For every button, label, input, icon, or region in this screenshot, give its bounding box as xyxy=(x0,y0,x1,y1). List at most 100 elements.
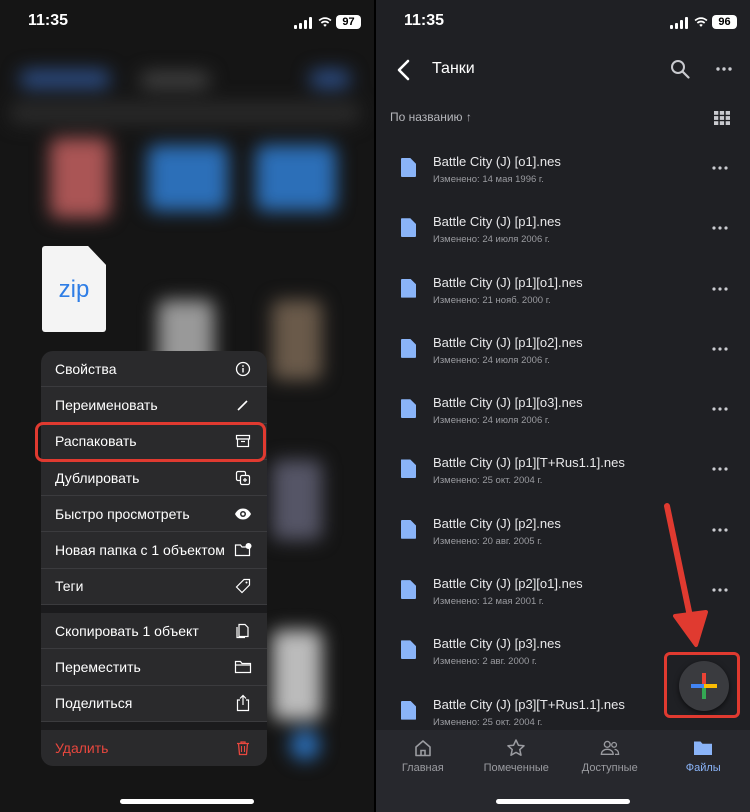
menu-item-tags[interactable]: Теги xyxy=(41,569,267,606)
file-name: Battle City (J) [p2].nes xyxy=(433,515,561,531)
menu-label: Скопировать 1 объект xyxy=(55,622,199,639)
more-options-icon[interactable] xyxy=(712,347,728,351)
file-name: Battle City (J) [p2][o1].nes xyxy=(433,576,583,592)
arrow-up-icon: ↑ xyxy=(465,110,472,124)
file-row[interactable]: Battle City (J) [p2].nes Изменено: 20 авг… xyxy=(376,502,750,562)
folder-icon xyxy=(694,741,713,755)
document-icon xyxy=(401,640,416,660)
tab-label: Доступные xyxy=(581,762,638,774)
menu-item-quick-look[interactable]: Быстро просмотреть xyxy=(41,496,267,533)
tab-home[interactable]: Главная xyxy=(376,730,470,812)
file-date: Изменено: 12 мая 2001 г. xyxy=(433,596,544,608)
trash-icon xyxy=(234,739,252,757)
tab-label: Главная xyxy=(401,762,444,774)
more-options-icon[interactable] xyxy=(712,286,728,291)
file-row[interactable]: Battle City (J) [p1].nes Изменено: 24 июл… xyxy=(376,200,750,260)
menu-item-new-folder[interactable]: Новая папка с 1 объектом xyxy=(41,532,267,569)
zip-file-icon[interactable]: zip xyxy=(42,246,106,332)
back-chevron-icon[interactable] xyxy=(394,58,414,82)
sort-control[interactable]: По названию ↑ xyxy=(390,110,472,124)
battery-indicator: 96 xyxy=(712,15,737,29)
file-row[interactable]: Battle City (J) [p1][o2].nes Изменено: 24… xyxy=(376,321,750,381)
sort-label: По названию xyxy=(390,110,463,124)
file-date: Изменено: 21 нояб. 2000 г. xyxy=(433,294,551,306)
document-icon xyxy=(401,218,416,238)
document-icon xyxy=(401,580,416,600)
document-icon xyxy=(401,338,416,358)
menu-label: Дублировать xyxy=(55,469,140,486)
copy-icon xyxy=(234,622,252,640)
status-time: 11:35 xyxy=(28,12,69,29)
file-date: Изменено: 14 мая 1996 г. xyxy=(433,174,544,185)
menu-label: Удалить xyxy=(55,740,109,757)
tab-label: Помеченные xyxy=(483,762,549,774)
tab-files[interactable]: Файлы xyxy=(657,730,750,812)
status-bar: 11:35 96 xyxy=(376,12,750,34)
file-name: Battle City (J) [p1][T+Rus1.1].nes xyxy=(433,455,625,471)
more-options-icon[interactable] xyxy=(716,67,732,71)
home-icon xyxy=(414,740,431,757)
signal-icon xyxy=(670,17,688,29)
document-icon xyxy=(401,278,416,298)
menu-label: Поделиться xyxy=(55,695,133,712)
menu-label: Переместить xyxy=(55,659,141,676)
more-options-icon[interactable] xyxy=(712,407,728,411)
file-date: Изменено: 20 авг. 2005 г. xyxy=(433,535,543,547)
file-row[interactable]: Battle City (J) [p1][T+Rus1.1].nes Измене… xyxy=(376,441,750,501)
home-indicator xyxy=(496,799,630,804)
status-time: 11:35 xyxy=(404,12,445,29)
file-row[interactable]: Battle City (J) [o1].nes Изменено: 14 мая… xyxy=(376,140,750,200)
document-icon xyxy=(401,700,416,720)
tab-label: Файлы xyxy=(685,762,721,774)
menu-separator xyxy=(41,721,267,730)
share-icon xyxy=(234,694,252,712)
file-name: Battle City (J) [p3].nes xyxy=(433,636,561,652)
file-name: Battle City (J) [p1][o1].nes xyxy=(433,274,583,290)
menu-item-copy[interactable]: Скопировать 1 объект xyxy=(41,613,267,650)
zip-file-label: zip xyxy=(58,276,90,303)
menu-item-delete[interactable]: Удалить xyxy=(41,730,267,766)
file-name: Battle City (J) [p1][o2].nes xyxy=(433,334,583,350)
battery-indicator: 97 xyxy=(336,15,361,29)
file-date: Изменено: 24 июля 2006 г. xyxy=(433,415,550,427)
pencil-icon xyxy=(234,396,252,414)
page-title: Танки xyxy=(432,60,475,77)
menu-item-move[interactable]: Переместить xyxy=(41,649,267,686)
duplicate-icon xyxy=(234,469,252,487)
file-row[interactable]: Battle City (J) [p1][o3].nes Изменено: 24… xyxy=(376,381,750,441)
more-options-icon[interactable] xyxy=(712,528,728,532)
search-icon[interactable] xyxy=(670,59,690,79)
file-row[interactable]: Battle City (J) [p2][o1].nes Изменено: 12… xyxy=(376,562,750,622)
status-bar: 11:35 97 xyxy=(0,12,374,34)
extract-highlight-frame xyxy=(35,422,266,462)
top-nav: Танки xyxy=(376,52,750,88)
file-date: Изменено: 25 окт. 2004 г. xyxy=(433,716,543,728)
file-row[interactable]: Battle City (J) [p1][o1].nes Изменено: 21… xyxy=(376,261,750,321)
signal-icon xyxy=(294,17,312,29)
people-icon xyxy=(600,740,620,756)
document-icon xyxy=(401,158,416,177)
menu-item-share[interactable]: Поделиться xyxy=(41,686,267,722)
file-name: Battle City (J) [p1][o3].nes xyxy=(433,395,583,411)
more-options-icon[interactable] xyxy=(712,467,728,472)
more-options-icon[interactable] xyxy=(712,588,728,592)
wifi-icon xyxy=(318,17,332,27)
eye-icon xyxy=(234,505,252,523)
document-icon xyxy=(401,399,416,419)
file-date: Изменено: 2 авг. 2000 г. xyxy=(433,656,537,668)
menu-item-rename[interactable]: Переименовать xyxy=(41,387,267,424)
menu-item-properties[interactable]: Свойства xyxy=(41,351,267,388)
menu-item-duplicate[interactable]: Дублировать xyxy=(41,460,267,497)
star-icon xyxy=(507,739,525,756)
wifi-icon xyxy=(694,17,708,27)
folder-badge-icon xyxy=(234,541,252,559)
more-options-icon[interactable] xyxy=(712,226,728,230)
tag-icon xyxy=(234,577,252,595)
file-name: Battle City (J) [p1].nes xyxy=(433,214,561,230)
folder-icon xyxy=(234,658,252,676)
more-options-icon[interactable] xyxy=(712,166,728,170)
document-icon xyxy=(401,459,416,479)
files-context-panel: 11:35 97 zip Свойства Переименовать Расп… xyxy=(0,0,374,812)
add-button-highlight-frame xyxy=(664,652,740,718)
grid-view-icon[interactable] xyxy=(714,111,730,125)
